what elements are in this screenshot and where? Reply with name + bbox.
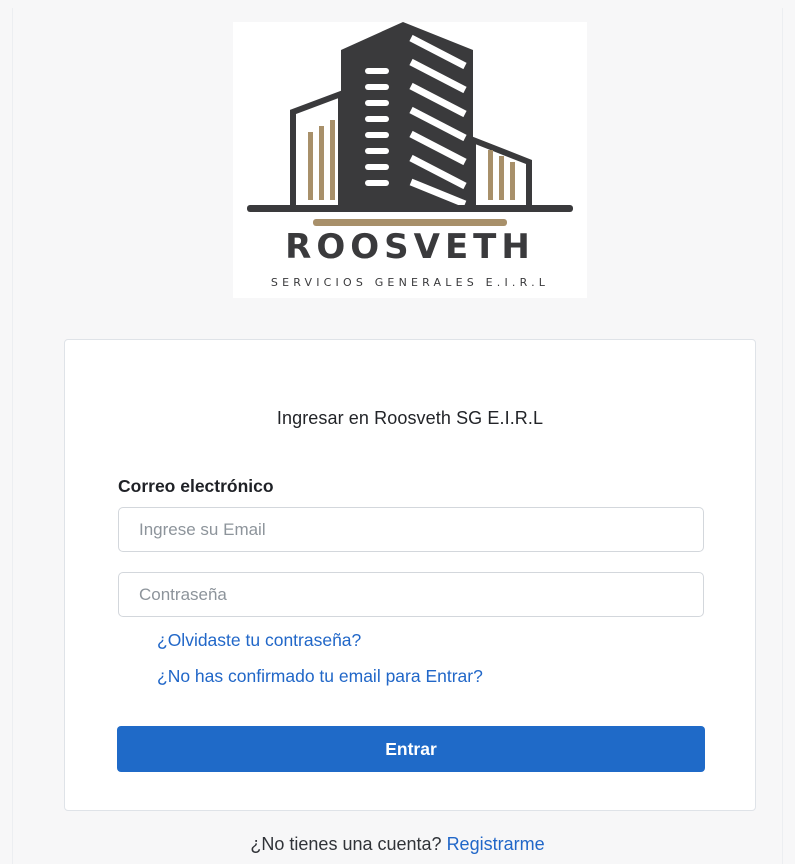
register-prompt: ¿No tienes una cuenta? Registrarme	[0, 834, 795, 855]
logo-tagline: SERVICIOS GENERALES E.I.R.L	[271, 276, 549, 289]
login-title: Ingresar en Roosveth SG E.I.R.L	[276, 408, 544, 428]
left-building-pillar	[308, 132, 313, 200]
register-prompt-text: ¿No tienes una cuenta?	[250, 834, 442, 854]
password-input[interactable]	[118, 572, 704, 617]
login-card: Ingresar en Roosveth SG E.I.R.L Correo e…	[64, 339, 756, 811]
gold-bar	[313, 219, 507, 226]
right-building-pillar	[499, 156, 504, 200]
forgot-password-link[interactable]: ¿Olvidaste tu contraseña?	[157, 630, 361, 651]
email-label: Correo electrónico	[118, 476, 274, 496]
left-building-pillar	[319, 126, 324, 200]
resend-confirmation-link[interactable]: ¿No has confirmado tu email para Entrar?	[157, 666, 483, 687]
ground-line	[247, 205, 573, 212]
building-logo-icon: ROOSVETH SERVICIOS GENERALES E.I.R.L	[247, 22, 573, 289]
right-building-pillar	[510, 162, 515, 200]
right-building-pillar	[488, 150, 493, 200]
logo-wordmark: ROOSVETH	[285, 227, 535, 267]
email-input[interactable]	[118, 507, 704, 552]
login-submit-button[interactable]: Entrar	[117, 726, 705, 772]
left-building-pillar	[330, 120, 335, 200]
register-link[interactable]: Registrarme	[447, 834, 545, 854]
company-logo: ROOSVETH SERVICIOS GENERALES E.I.R.L	[233, 22, 587, 298]
